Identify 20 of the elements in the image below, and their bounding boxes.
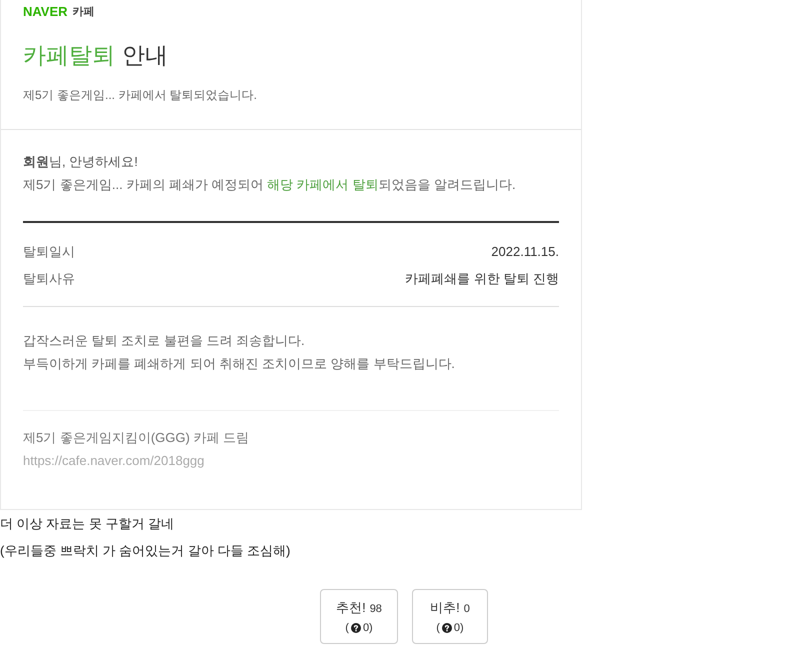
post-text: (우리들중 쁘락치 가 숨어있는거 갈아 다들 조심해)	[0, 542, 292, 560]
greeting-text: 회원님, 안녕하세요!	[23, 153, 139, 171]
detail-value: 2022.11.15.	[491, 242, 559, 261]
notice-title: 카페탈퇴 안내	[23, 41, 169, 70]
signature-text: 제5기 좋은게임지킴이(GGG) 카페 드림	[23, 429, 250, 447]
vote-button[interactable]: 비추! 0 ( 0)	[412, 589, 488, 644]
logo-text: NAVER	[23, 4, 68, 20]
apology-text: 갑작스러운 탈퇴 조치로 불편을 드려 죄송합니다.	[23, 332, 306, 350]
detail-label: 탈퇴일시	[23, 242, 75, 261]
question-circle-icon	[350, 623, 361, 633]
notice-message: 제5기 좋은게임... 카페의 폐쇄가 예정되어 해당 카페에서 탈퇴 되었음을 알려드립니다.	[23, 176, 517, 194]
url-text: https://cafe.naver.com/2018ggg	[23, 452, 206, 470]
service-name: 카페	[72, 5, 95, 20]
notice-summary: 제5기 좋은게임... 카페에서 탈퇴되었습니다.	[23, 87, 258, 104]
question-circle-icon	[442, 623, 452, 633]
vote-button[interactable]: 추천! 98 ( 0)	[320, 589, 398, 644]
detail-label: 탈퇴사유	[23, 270, 75, 288]
post-text: 더 이상 자료는 못 구할거 갈네	[0, 515, 176, 533]
apology-text: 부득이하게 카페를 폐쇄하게 되어 취해진 조치이므로 양해를 부탁드립니다.	[23, 355, 456, 373]
detail-value: 카페폐쇄를 위한 탈퇴 진행	[405, 270, 559, 288]
